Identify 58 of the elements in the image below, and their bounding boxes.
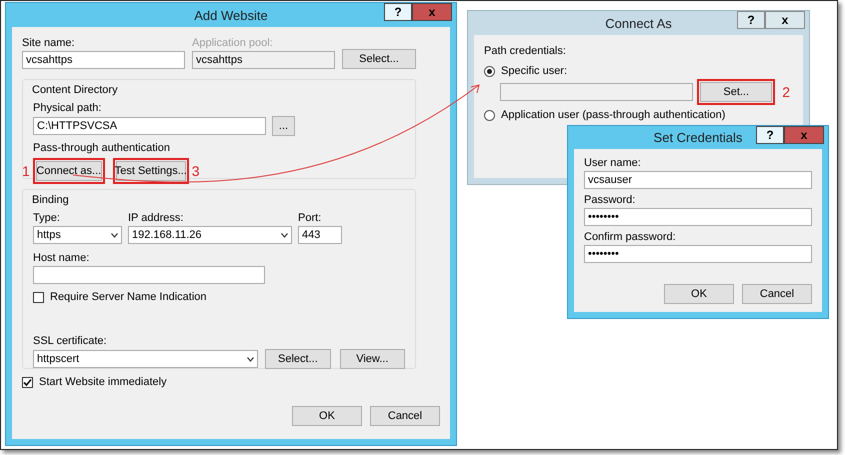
- input-field[interactable]: 443: [298, 226, 342, 244]
- window-title: Set Credentials: [654, 130, 742, 145]
- group-title: Binding: [31, 194, 70, 206]
- field-label: Port:: [298, 212, 322, 224]
- button[interactable]: Connect as...: [36, 161, 102, 181]
- step-number: 3: [190, 163, 201, 179]
- input-field[interactable]: C:\HTTPSVCSA: [33, 117, 266, 135]
- input-field[interactable]: [33, 266, 265, 284]
- radio-label: Specific user:: [501, 65, 568, 77]
- checkbox[interactable]: [22, 376, 33, 388]
- cancel-button[interactable]: Cancel: [742, 284, 812, 304]
- dropdown-value: https: [37, 229, 61, 241]
- step-number: 2: [781, 84, 791, 100]
- close-button[interactable]: x: [412, 3, 452, 21]
- checkbox-label: Start Website immediately: [39, 376, 167, 388]
- select-button[interactable]: Select...: [342, 49, 416, 69]
- window-title: Connect As: [605, 16, 672, 30]
- button[interactable]: Set...: [700, 82, 772, 102]
- input-field[interactable]: ••••••••: [584, 208, 812, 226]
- dropdown-caret-icon: [247, 356, 254, 362]
- field-label: Host name:: [33, 252, 90, 264]
- section-label: Path credentials:: [484, 45, 567, 57]
- field-label: Physical path:: [33, 102, 102, 114]
- window-title: Add Website: [194, 8, 268, 22]
- dropdown[interactable]: 192.168.11.26: [128, 226, 292, 244]
- info-text: Pass-through authentication: [33, 142, 171, 154]
- field-label: IP address:: [128, 212, 184, 224]
- dropdown-value: 192.168.11.26: [132, 229, 202, 241]
- field-label: Confirm password:: [584, 231, 677, 243]
- close-button[interactable]: x: [784, 126, 824, 144]
- dropdown[interactable]: httpscert: [33, 350, 258, 368]
- help-button[interactable]: ?: [756, 126, 784, 144]
- input-field[interactable]: vcsahttps: [22, 51, 185, 69]
- field-label: User name:: [584, 157, 642, 169]
- button[interactable]: Test Settings...: [116, 161, 186, 181]
- field-label: Password:: [584, 194, 636, 206]
- dropdown-value: httpscert: [37, 353, 80, 365]
- field-label: Application pool:: [192, 37, 274, 49]
- help-button[interactable]: ?: [384, 3, 412, 21]
- browse-button[interactable]: ...: [272, 116, 295, 136]
- dropdown[interactable]: https: [33, 226, 122, 244]
- select-button[interactable]: Select...: [265, 349, 331, 369]
- ok-button[interactable]: OK: [292, 406, 362, 426]
- input-field[interactable]: vcsauser: [584, 171, 812, 189]
- dropdown-caret-icon: [111, 232, 118, 238]
- cancel-button[interactable]: Cancel: [370, 406, 440, 426]
- checkbox-label: Require Server Name Indication: [50, 291, 207, 303]
- radio-label: Application user (pass-through authentication): [501, 109, 726, 121]
- field-label: Site name:: [22, 37, 76, 49]
- input-field[interactable]: ••••••••: [584, 245, 812, 263]
- field-label: SSL certificate:: [33, 335, 108, 347]
- group-title: Content Directory: [31, 84, 119, 96]
- view-button[interactable]: View...: [340, 349, 405, 369]
- step-number: 1: [21, 163, 31, 179]
- ok-button[interactable]: OK: [664, 284, 734, 304]
- checkbox[interactable]: [33, 292, 44, 302]
- field-label: Type:: [33, 212, 61, 224]
- dropdown-caret-icon: [281, 232, 288, 238]
